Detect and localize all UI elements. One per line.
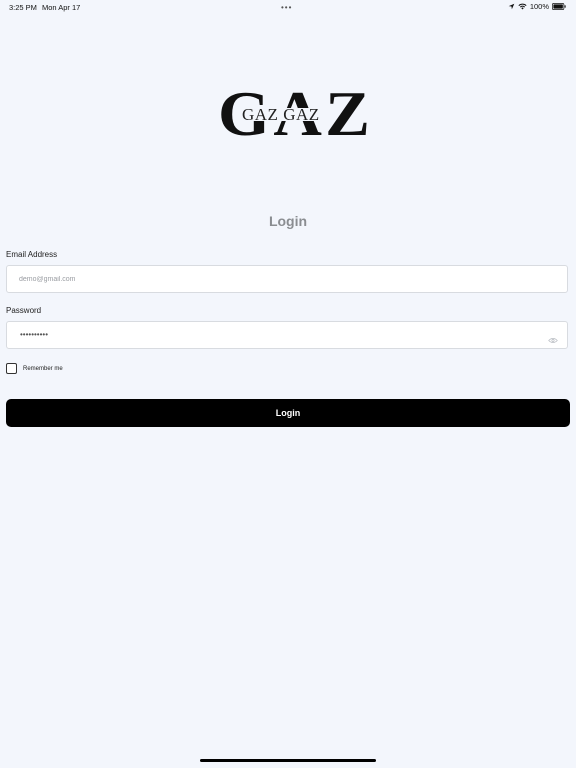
status-time: 3:25 PM xyxy=(9,3,37,12)
status-bar: 3:25 PM Mon Apr 17 ••• 100% xyxy=(0,0,576,14)
page-title: Login xyxy=(268,213,308,229)
email-field[interactable] xyxy=(7,266,539,292)
brand-logo: GAZ GAZ GAZ xyxy=(218,82,370,146)
home-indicator xyxy=(200,759,376,762)
battery-icon xyxy=(552,3,566,10)
status-right: 100% xyxy=(508,2,566,11)
multitasking-dots[interactable]: ••• xyxy=(281,3,292,12)
email-label: Email Address xyxy=(6,250,58,259)
password-label: Password xyxy=(6,306,42,315)
status-date: Mon Apr 17 xyxy=(42,3,81,12)
password-field[interactable]: •••••••••• xyxy=(6,321,568,349)
login-button[interactable]: Login xyxy=(6,399,570,427)
remember-me-checkbox[interactable] xyxy=(6,363,17,374)
location-arrow-icon xyxy=(508,3,515,10)
logo-small-text: GAZ GAZ xyxy=(242,105,320,124)
battery-percent: 100% xyxy=(529,2,549,11)
password-value: •••••••••• xyxy=(20,330,49,339)
remember-me-label: Remember me xyxy=(23,365,63,372)
remember-me[interactable]: Remember me xyxy=(6,363,63,374)
wifi-icon xyxy=(518,3,527,10)
eye-icon[interactable] xyxy=(548,331,558,349)
email-field-container xyxy=(6,265,568,293)
